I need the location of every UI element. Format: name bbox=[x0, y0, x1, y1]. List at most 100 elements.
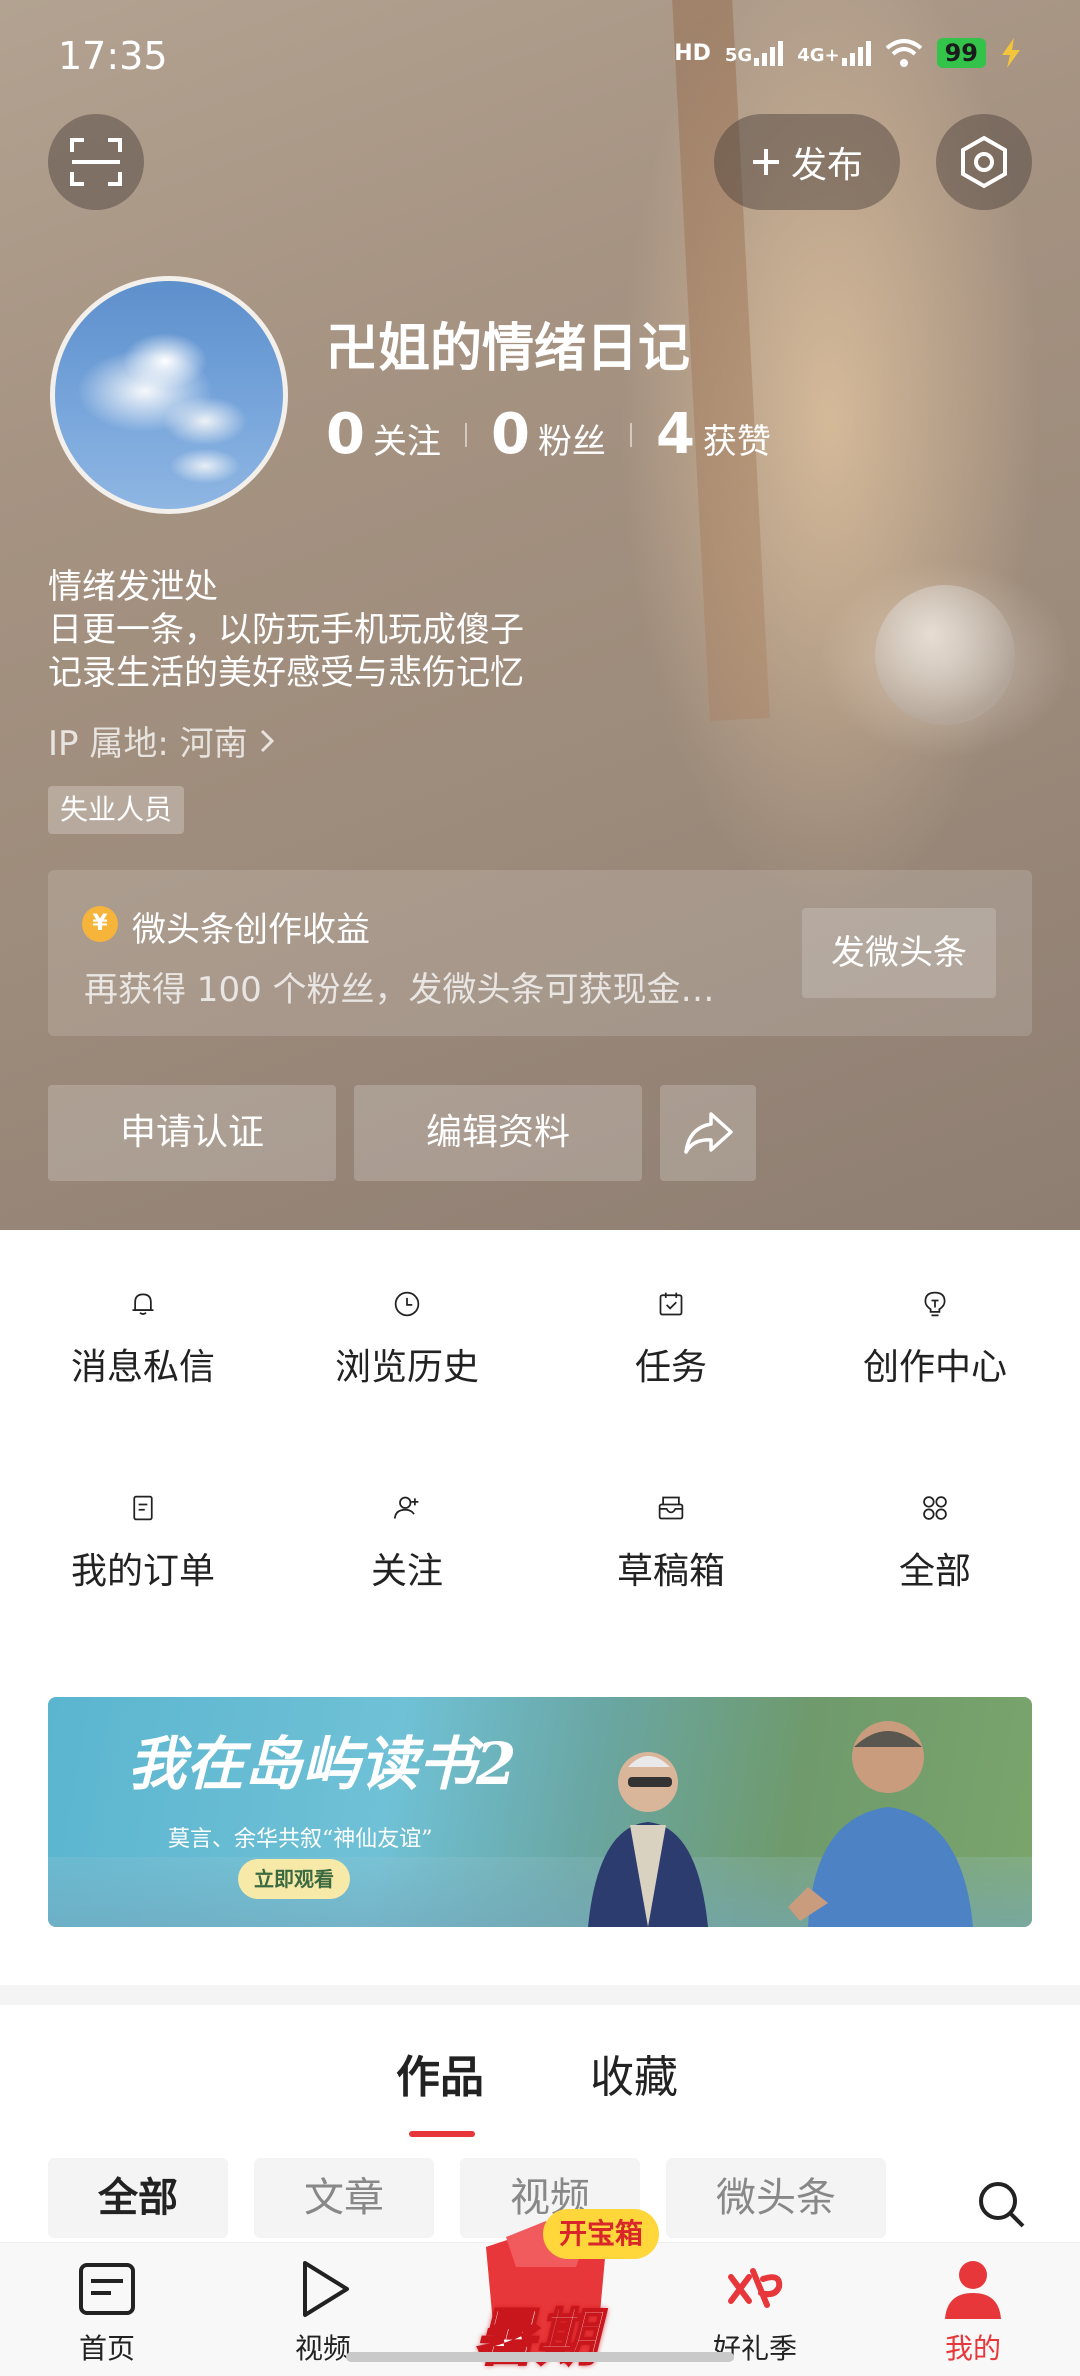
profile-tag: 失业人员 bbox=[48, 786, 185, 834]
stat-likes-label: 获赞 bbox=[702, 422, 771, 462]
banner-title: 我在岛屿读书2 bbox=[128, 1730, 517, 1798]
feature-grid: 消息私信 浏览历史 任务 创作中心 我的订单 关注 草稿箱 全部 bbox=[0, 1230, 1080, 1670]
share-icon bbox=[684, 1112, 733, 1154]
bio-line: 情绪发泄处 bbox=[48, 567, 218, 607]
grid-item-messages[interactable]: 消息私信 bbox=[8, 1230, 278, 1390]
order-icon bbox=[133, 1495, 153, 1521]
grid-item-label: 消息私信 bbox=[70, 1347, 215, 1388]
profile-bio: 情绪发泄处 日更一条，以防玩手机玩成傻子 记录生活的美好感受与悲伤记忆 bbox=[48, 566, 524, 695]
nav-me[interactable]: 我的 bbox=[898, 2257, 1048, 2367]
add-user-icon bbox=[393, 1496, 419, 1519]
calendar-check-icon bbox=[659, 1292, 683, 1316]
publish-button[interactable]: 发布 bbox=[714, 114, 900, 210]
background-ball bbox=[875, 585, 1015, 725]
post-weitoutiao-button[interactable]: 发微头条 bbox=[802, 908, 996, 998]
grid-item-label: 任务 bbox=[634, 1347, 707, 1388]
home-indicator bbox=[346, 2352, 734, 2362]
nav-gift-season[interactable]: 好礼季 bbox=[680, 2257, 830, 2367]
apps-icon bbox=[923, 1496, 947, 1520]
stat-fans[interactable]: 0 粉丝 bbox=[491, 402, 606, 467]
grid-item-tasks[interactable]: 任务 bbox=[536, 1230, 806, 1390]
wifi-icon bbox=[885, 39, 922, 67]
grid-item-history[interactable]: 浏览历史 bbox=[272, 1230, 542, 1390]
status-time: 17:35 bbox=[58, 34, 168, 78]
grid-item-label: 关注 bbox=[370, 1551, 443, 1592]
stat-fans-count: 0 bbox=[490, 402, 530, 467]
chip-all[interactable]: 全部 bbox=[48, 2158, 228, 2238]
grid-item-label: 创作中心 bbox=[862, 1347, 1007, 1388]
stat-likes-count: 4 bbox=[655, 402, 695, 467]
stat-fans-label: 粉丝 bbox=[537, 422, 606, 462]
grid-item-creator-center[interactable]: 创作中心 bbox=[800, 1230, 1070, 1390]
scan-button[interactable] bbox=[48, 114, 144, 210]
nav-label: 我的 bbox=[944, 2332, 1001, 2365]
content-tabs: 作品 收藏 bbox=[0, 2005, 1080, 2155]
person-icon bbox=[945, 2261, 1001, 2319]
banner-subtitle: 莫言、余华共叙“神仙友谊” bbox=[168, 1827, 433, 1852]
edit-profile-button[interactable]: 编辑资料 bbox=[354, 1085, 642, 1181]
promo-banner[interactable]: 我在岛屿读书2 莫言、余华共叙“神仙友谊” 立即观看 bbox=[48, 1697, 1032, 1927]
earnings-description: 再获得 100 个粉丝，发微头条可获现金… bbox=[84, 970, 715, 1010]
summer-promo-label: 暑期 bbox=[473, 2300, 599, 2375]
bio-line: 记录生活的美好感受与悲伤记忆 bbox=[48, 653, 524, 693]
grid-item-following[interactable]: 关注 bbox=[272, 1434, 542, 1594]
nav-label: 首页 bbox=[78, 2332, 135, 2365]
bell-icon bbox=[132, 1293, 154, 1315]
earnings-card[interactable]: ¥ 微头条创作收益 再获得 100 个粉丝，发微头条可获现金… 发微头条 bbox=[48, 870, 1032, 1036]
grid-item-label: 浏览历史 bbox=[334, 1347, 479, 1388]
chevron-right-icon bbox=[260, 729, 274, 752]
inbox-icon bbox=[658, 1496, 684, 1520]
bio-line: 日更一条，以防玩手机玩成傻子 bbox=[48, 610, 524, 650]
settings-icon bbox=[961, 135, 1007, 189]
chip-articles[interactable]: 文章 bbox=[254, 2158, 434, 2238]
grid-item-label: 我的订单 bbox=[70, 1551, 215, 1592]
banner-person-right bbox=[788, 1721, 973, 1927]
share-button[interactable] bbox=[660, 1085, 756, 1181]
battery-indicator: 99 bbox=[936, 38, 986, 68]
grid-item-all[interactable]: 全部 bbox=[800, 1434, 1070, 1594]
bottom-nav: 首页 视频 开宝箱 暑期 好礼季 我的 bbox=[0, 2209, 1080, 2376]
signal-5g-icon: 5G bbox=[725, 40, 784, 66]
search-icon[interactable] bbox=[975, 2178, 1027, 2230]
stat-divider bbox=[464, 422, 467, 447]
ip-location[interactable]: IP 属地: 河南 bbox=[48, 716, 276, 765]
watch-now-button[interactable]: 立即观看 bbox=[238, 1859, 350, 1899]
grid-item-orders[interactable]: 我的订单 bbox=[8, 1434, 278, 1594]
stat-following-count: 0 bbox=[326, 402, 365, 467]
tab-favorites[interactable]: 收藏 bbox=[590, 2041, 678, 2105]
tab-works[interactable]: 作品 bbox=[396, 2041, 484, 2105]
nav-label: 视频 bbox=[294, 2332, 351, 2365]
section-divider bbox=[0, 1985, 1080, 2005]
apply-verification-button[interactable]: 申请认证 bbox=[48, 1085, 336, 1181]
grid-item-drafts[interactable]: 草稿箱 bbox=[536, 1434, 806, 1594]
stat-following[interactable]: 0 关注 bbox=[326, 402, 441, 467]
scan-icon bbox=[70, 138, 122, 186]
profile-name: 卍姐的情绪日记 bbox=[326, 319, 691, 379]
profile-header: 17:35 HD 5G 4G+ 99 发布 卍姐的情绪日记 0 关注 0 粉丝 … bbox=[0, 0, 1080, 1230]
nav-video[interactable]: 视频 bbox=[248, 2257, 398, 2367]
gift-logo-icon bbox=[728, 2268, 783, 2308]
stat-following-label: 关注 bbox=[372, 422, 441, 462]
bulb-icon bbox=[924, 1291, 946, 1317]
plus-icon bbox=[752, 149, 779, 175]
coin-icon: ¥ bbox=[82, 906, 118, 942]
grid-item-label: 全部 bbox=[898, 1551, 971, 1592]
open-treasure-badge[interactable]: 开宝箱 bbox=[543, 2209, 660, 2259]
clock-icon bbox=[394, 1291, 420, 1317]
avatar[interactable] bbox=[50, 276, 288, 514]
status-bar: 17:35 HD 5G 4G+ 99 bbox=[0, 0, 1080, 115]
nav-home[interactable]: 首页 bbox=[32, 2257, 182, 2367]
settings-button[interactable] bbox=[936, 114, 1032, 210]
ip-location-text: IP 属地: 河南 bbox=[48, 724, 248, 764]
play-icon bbox=[303, 2261, 349, 2317]
chip-weitoutiao[interactable]: 微头条 bbox=[666, 2158, 886, 2238]
banner-person-left bbox=[588, 1752, 708, 1927]
profile-stats: 0 关注 0 粉丝 4 获赞 bbox=[326, 402, 771, 467]
charging-icon bbox=[1002, 38, 1020, 68]
grid-item-label: 草稿箱 bbox=[616, 1551, 725, 1592]
hd-icon: HD bbox=[674, 40, 711, 66]
stat-likes[interactable]: 4 获赞 bbox=[656, 402, 771, 467]
home-doc-icon bbox=[79, 2263, 135, 2315]
active-tab-indicator bbox=[409, 2131, 475, 2137]
status-system-icons: HD 5G 4G+ 99 bbox=[674, 38, 1022, 68]
